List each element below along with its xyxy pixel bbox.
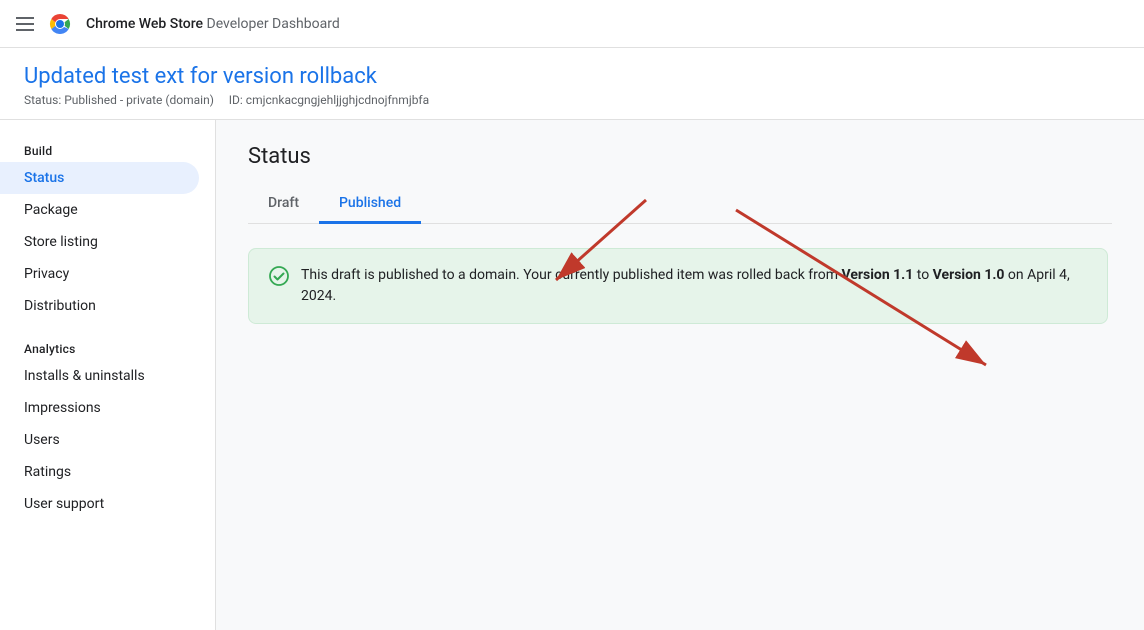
status-message-middle: to — [913, 267, 932, 283]
sidebar-item-distribution[interactable]: Distribution — [0, 290, 199, 322]
sidebar-item-package[interactable]: Package — [0, 194, 199, 226]
chrome-logo — [46, 10, 74, 38]
section-title: Status — [248, 144, 1112, 169]
tabs: Draft Published — [248, 185, 1112, 224]
tab-published[interactable]: Published — [319, 185, 421, 224]
sidebar-item-ratings[interactable]: Ratings — [0, 456, 199, 488]
sidebar: Build Status Package Store listing Priva… — [0, 120, 216, 630]
sidebar-item-store-listing[interactable]: Store listing — [0, 226, 199, 258]
analytics-section-label: Analytics — [0, 334, 215, 360]
menu-icon[interactable] — [16, 17, 34, 31]
version-to: Version 1.0 — [933, 267, 1005, 283]
sidebar-item-user-support[interactable]: User support — [0, 488, 199, 520]
sidebar-item-impressions[interactable]: Impressions — [0, 392, 199, 424]
extension-id: ID: cmjcnkacgngjehljjghjcdnojfnmjbfa — [229, 93, 429, 107]
topbar: Chrome Web Store Developer Dashboard — [0, 0, 1144, 48]
sidebar-item-status[interactable]: Status — [0, 162, 199, 194]
build-section-label: Build — [0, 136, 215, 162]
main-content: Status Draft Published This draft is pub… — [216, 120, 1144, 630]
status-message-text: This draft is published to a domain. You… — [301, 265, 1087, 307]
status-card: This draft is published to a domain. You… — [248, 248, 1108, 324]
page-title: Updated test ext for version rollback — [24, 64, 1120, 89]
sidebar-item-installs[interactable]: Installs & uninstalls — [0, 360, 199, 392]
status-message-prefix: This draft is published to a domain. You… — [301, 267, 841, 283]
version-from: Version 1.1 — [841, 267, 913, 283]
sidebar-item-users[interactable]: Users — [0, 424, 199, 456]
layout: Build Status Package Store listing Priva… — [0, 120, 1144, 630]
page-header: Updated test ext for version rollback St… — [0, 48, 1144, 120]
check-circle-icon — [269, 266, 289, 286]
topbar-title: Chrome Web Store Developer Dashboard — [86, 16, 340, 32]
status-label: Status: Published - private (domain) — [24, 93, 214, 107]
tab-draft[interactable]: Draft — [248, 185, 319, 224]
sidebar-item-privacy[interactable]: Privacy — [0, 258, 199, 290]
page-meta: Status: Published - private (domain) ID:… — [24, 93, 1120, 107]
